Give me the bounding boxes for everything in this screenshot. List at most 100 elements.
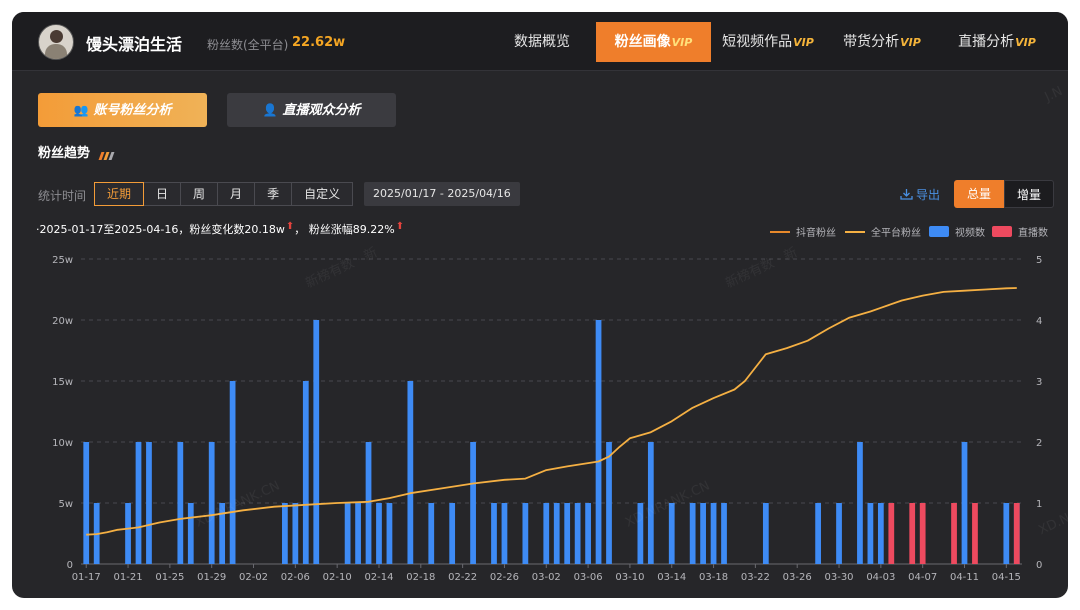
x-tick-label: 02-14 <box>364 572 393 583</box>
video-bar <box>386 503 393 564</box>
legend-line-swatch <box>770 230 790 233</box>
x-tick-label: 04-15 <box>992 572 1021 583</box>
time-range-group: 近期 日 周 月 季 自定义 <box>94 182 354 206</box>
y-right-tick-label: 1 <box>1036 499 1042 510</box>
video-bar <box>376 503 382 564</box>
range-recent-button[interactable]: 近期 <box>94 182 145 206</box>
y-right-tick-label: 3 <box>1036 377 1042 388</box>
video-bar <box>543 503 550 564</box>
legend-video-count[interactable]: 视频数 <box>929 224 985 239</box>
watermark: 新榜有数 · 新 <box>723 245 800 292</box>
video-bar <box>470 442 476 564</box>
x-tick-label: 01-29 <box>197 572 226 583</box>
nav-data-overview[interactable]: 数据概览 <box>500 22 584 62</box>
video-bar <box>585 503 591 564</box>
summary-text: ·2025-01-17至2025-04-16，粉丝变化数20.18w⬆， 粉丝涨… <box>36 221 404 237</box>
mode-increment-button[interactable]: 增量 <box>1004 180 1054 208</box>
x-tick-label: 03-22 <box>741 572 770 583</box>
vip-badge: VIP <box>793 36 814 49</box>
video-bar <box>710 503 717 564</box>
legend-douyin-fans[interactable]: 抖音粉丝 <box>770 224 836 239</box>
range-day-button[interactable]: 日 <box>143 182 182 206</box>
video-bar <box>867 503 874 564</box>
video-bar <box>302 381 309 564</box>
x-tick-label: 02-10 <box>323 572 352 583</box>
fans-line <box>86 287 1017 536</box>
avatar-body-shape <box>45 44 67 59</box>
video-bar <box>491 503 497 564</box>
watermark: J.N <box>1042 83 1066 106</box>
legend-box-swatch <box>992 226 1012 237</box>
nav-label: 粉丝画像 <box>614 34 671 50</box>
video-bar <box>553 503 560 564</box>
range-quarter-button[interactable]: 季 <box>254 182 293 206</box>
y-left-tick-label: 25w <box>52 255 73 266</box>
video-bar <box>292 503 299 564</box>
nav-label: 短视频作品 <box>722 34 793 50</box>
stat-time-label: 统计时间 <box>38 189 87 203</box>
x-tick-label: 02-02 <box>239 572 268 583</box>
video-bar <box>564 503 571 564</box>
video-bar <box>815 503 821 564</box>
video-bar <box>1003 503 1010 564</box>
arrow-up-icon: ⬆ <box>395 221 405 232</box>
x-tick-label: 03-02 <box>532 572 561 583</box>
range-custom-button[interactable]: 自定义 <box>291 182 354 206</box>
watermark: XD.NRANK.CN <box>193 478 283 531</box>
nav-live-analysis[interactable]: 直播分析VIP <box>952 22 1042 62</box>
y-right-tick-label: 2 <box>1036 438 1042 449</box>
section-title-decoration <box>98 145 115 164</box>
x-tick-label: 01-25 <box>155 572 184 583</box>
date-range-display[interactable]: 2025/01/17 - 2025/04/16 <box>364 182 520 206</box>
video-bar <box>836 503 842 564</box>
video-bar <box>83 442 90 564</box>
video-bar <box>135 442 142 564</box>
live-bar <box>919 503 926 564</box>
x-tick-label: 03-26 <box>783 572 812 583</box>
video-bar <box>1013 503 1020 564</box>
x-tick-label: 03-18 <box>699 572 728 583</box>
video-bar <box>93 503 100 564</box>
video-bar <box>208 442 215 564</box>
legend-live-count[interactable]: 直播数 <box>992 224 1048 239</box>
legend-all-platform-fans[interactable]: 全平台粉丝 <box>845 224 921 239</box>
range-month-button[interactable]: 月 <box>217 182 256 206</box>
vip-badge: VIP <box>671 36 693 49</box>
live-bar <box>1013 503 1020 564</box>
live-bar <box>972 503 978 564</box>
live-bar <box>909 503 916 564</box>
video-bar <box>407 381 414 564</box>
tab-account-fans-analysis[interactable]: 👥 账号粉丝分析 <box>38 93 207 127</box>
fans-count-value: 22.62w <box>292 35 346 50</box>
video-bar <box>428 503 435 564</box>
watermark: 新榜有数 · 新 <box>303 245 380 292</box>
nav-sales-analysis[interactable]: 带货分析VIP <box>837 22 927 62</box>
nav-label: 带货分析 <box>843 34 900 50</box>
nav-short-video[interactable]: 短视频作品VIP <box>718 22 818 62</box>
y-right-tick-label: 0 <box>1036 560 1042 571</box>
legend-box-swatch <box>929 226 949 237</box>
range-week-button[interactable]: 周 <box>180 182 219 206</box>
video-bar <box>177 442 184 564</box>
live-user-icon: 👤 <box>262 103 278 117</box>
legend-label: 全平台粉丝 <box>871 228 921 239</box>
video-bar <box>146 442 152 564</box>
tab-live-audience-analysis[interactable]: 👤 直播观众分析 <box>227 93 396 127</box>
avatar[interactable] <box>38 24 74 60</box>
video-bar <box>449 503 456 564</box>
x-tick-label: 03-10 <box>615 572 644 583</box>
y-left-tick-label: 10w <box>52 438 73 449</box>
subtab-label: 账号粉丝分析 <box>93 103 172 118</box>
nav-fan-profile[interactable]: 粉丝画像VIP <box>596 22 711 62</box>
legend-line-swatch <box>845 230 865 233</box>
export-button[interactable]: 导出 <box>900 186 940 203</box>
section-title: 粉丝趋势 <box>38 146 91 161</box>
x-tick-label: 03-06 <box>574 572 603 583</box>
video-bar <box>501 503 508 564</box>
y-left-tick-label: 5w <box>58 499 73 510</box>
video-bar <box>857 442 863 564</box>
mode-total-button[interactable]: 总量 <box>954 180 1004 208</box>
video-bar <box>595 320 602 564</box>
video-bar <box>344 503 351 564</box>
video-bar <box>961 442 968 564</box>
